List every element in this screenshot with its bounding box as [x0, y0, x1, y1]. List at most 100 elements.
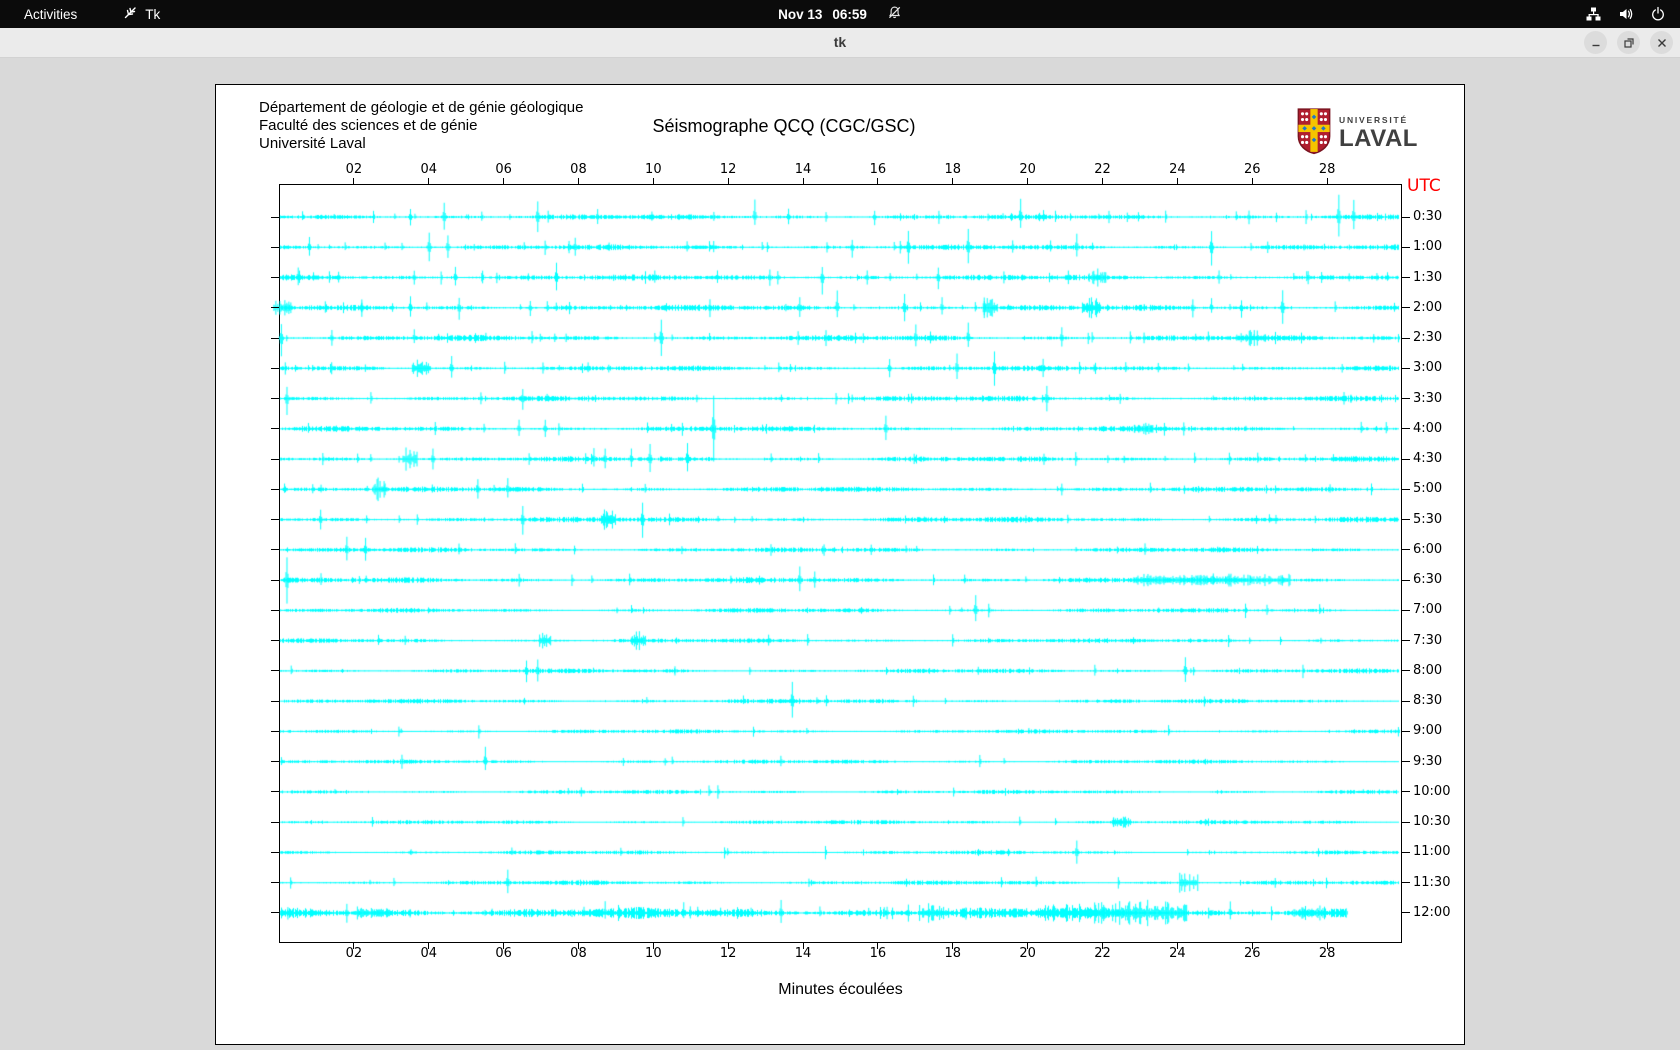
row-tick-right: [1402, 398, 1410, 400]
row-time-label: 1:30: [1413, 269, 1443, 285]
row-tick-left: [271, 821, 279, 823]
row-time-label: 8:30: [1413, 693, 1443, 709]
row-tick-left: [271, 912, 279, 914]
row-tick-right: [1402, 700, 1410, 702]
row-tick-right: [1402, 821, 1410, 823]
row-time-label: 0:30: [1413, 209, 1443, 224]
gnome-top-bar: Activities Tk Nov 13 06:59: [0, 0, 1680, 28]
row-tick-left: [271, 761, 279, 763]
system-tray[interactable]: [1585, 6, 1680, 22]
x-tick-label-bottom: 12: [719, 946, 737, 961]
x-tick-top: [1251, 178, 1253, 184]
clock-menu[interactable]: Nov 13 06:59: [778, 0, 902, 28]
window-title: tk: [833, 34, 847, 50]
x-axis-title: Minutes écoulées: [778, 981, 903, 998]
row-tick-left: [271, 428, 279, 430]
row-tick-right: [1402, 216, 1410, 218]
x-tick-label-bottom: 22: [1094, 946, 1111, 961]
row-tick-left: [271, 549, 279, 551]
row-tick-left: [271, 246, 279, 248]
x-tick-label-top: 14: [794, 162, 812, 177]
row-time-label: 7:30: [1413, 632, 1443, 648]
notifications-disabled-icon: [887, 5, 902, 23]
row-tick-right: [1402, 307, 1410, 309]
x-tick-top: [1176, 178, 1178, 184]
volume-icon: [1618, 6, 1634, 22]
x-tick-top: [802, 178, 804, 184]
row-tick-right: [1402, 367, 1410, 369]
x-tick-label-bottom: 20: [1019, 946, 1036, 961]
row-tick-right: [1402, 640, 1410, 642]
row-tick-left: [271, 579, 279, 581]
row-tick-right: [1402, 791, 1410, 793]
row-tick-right: [1402, 519, 1410, 521]
x-tick-label-top: 26: [1243, 162, 1261, 177]
minimize-button[interactable]: [1584, 31, 1607, 54]
row-time-label: 6:30: [1413, 572, 1443, 588]
row-tick-left: [271, 670, 279, 672]
x-tick-label-bottom: 18: [944, 946, 962, 961]
x-tick-top: [428, 178, 430, 184]
x-tick-label-top: 28: [1318, 162, 1336, 177]
x-tick-top: [652, 178, 654, 184]
x-tick-label-top: 08: [570, 162, 587, 177]
x-tick-label-top: 22: [1094, 162, 1111, 177]
row-tick-right: [1402, 579, 1410, 581]
row-time-label: 8:00: [1413, 662, 1443, 678]
tk-feather-icon: [123, 5, 138, 23]
row-time-label: 9:30: [1413, 753, 1443, 769]
row-tick-left: [271, 519, 279, 521]
x-tick-label-bottom: 08: [570, 946, 587, 961]
x-tick-label-bottom: 28: [1318, 946, 1336, 961]
x-tick-top: [952, 178, 954, 184]
clock-label: Nov 13 06:59: [778, 6, 867, 22]
row-time-label: 4:00: [1413, 420, 1443, 436]
x-tick-label-top: 12: [719, 162, 737, 177]
x-tick-label-bottom: 06: [495, 946, 512, 961]
row-time-label: 10:00: [1413, 783, 1451, 799]
row-tick-left: [271, 398, 279, 400]
row-time-label: 11:30: [1413, 874, 1451, 890]
row-tick-right: [1402, 851, 1410, 853]
row-tick-left: [271, 730, 279, 732]
row-tick-right: [1402, 458, 1410, 460]
x-tick-label-bottom: 10: [645, 946, 662, 961]
row-time-label: 11:00: [1413, 844, 1451, 860]
row-tick-right: [1402, 549, 1410, 551]
row-time-label: 2:00: [1413, 299, 1443, 315]
row-time-label: 10:30: [1413, 814, 1451, 830]
row-tick-left: [271, 609, 279, 611]
app-menu[interactable]: Tk: [123, 5, 160, 23]
row-tick-right: [1402, 337, 1410, 339]
row-time-label: 3:30: [1413, 390, 1443, 406]
x-tick-label-bottom: 14: [794, 946, 812, 961]
x-tick-label-bottom: 02: [345, 946, 363, 961]
activities-button[interactable]: Activities: [16, 5, 85, 24]
power-icon: [1650, 6, 1666, 22]
x-tick-label-top: 06: [495, 162, 512, 177]
x-tick-label-bottom: 04: [420, 946, 437, 961]
row-tick-right: [1402, 246, 1410, 248]
row-tick-right: [1402, 912, 1410, 914]
utc-axis-label: UTC: [1407, 176, 1441, 196]
tk-window-content: Département de géologie et de génie géol…: [0, 58, 1680, 1050]
x-tick-label-bottom: 24: [1169, 946, 1186, 961]
row-tick-right: [1402, 609, 1410, 611]
x-tick-label-top: 24: [1169, 162, 1186, 177]
row-tick-left: [271, 337, 279, 339]
x-tick-top: [1102, 178, 1104, 184]
x-tick-label-top: 10: [645, 162, 662, 177]
close-button[interactable]: [1650, 31, 1673, 54]
row-tick-right: [1402, 428, 1410, 430]
restore-button[interactable]: [1617, 31, 1640, 54]
x-tick-top: [877, 178, 879, 184]
x-tick-label-bottom: 26: [1243, 946, 1261, 961]
window-titlebar[interactable]: tk: [0, 28, 1680, 58]
row-tick-right: [1402, 277, 1410, 279]
row-tick-left: [271, 277, 279, 279]
row-tick-right: [1402, 670, 1410, 672]
row-tick-right: [1402, 730, 1410, 732]
row-time-label: 2:30: [1413, 330, 1443, 346]
row-tick-left: [271, 851, 279, 853]
row-time-label: 5:30: [1413, 511, 1443, 527]
